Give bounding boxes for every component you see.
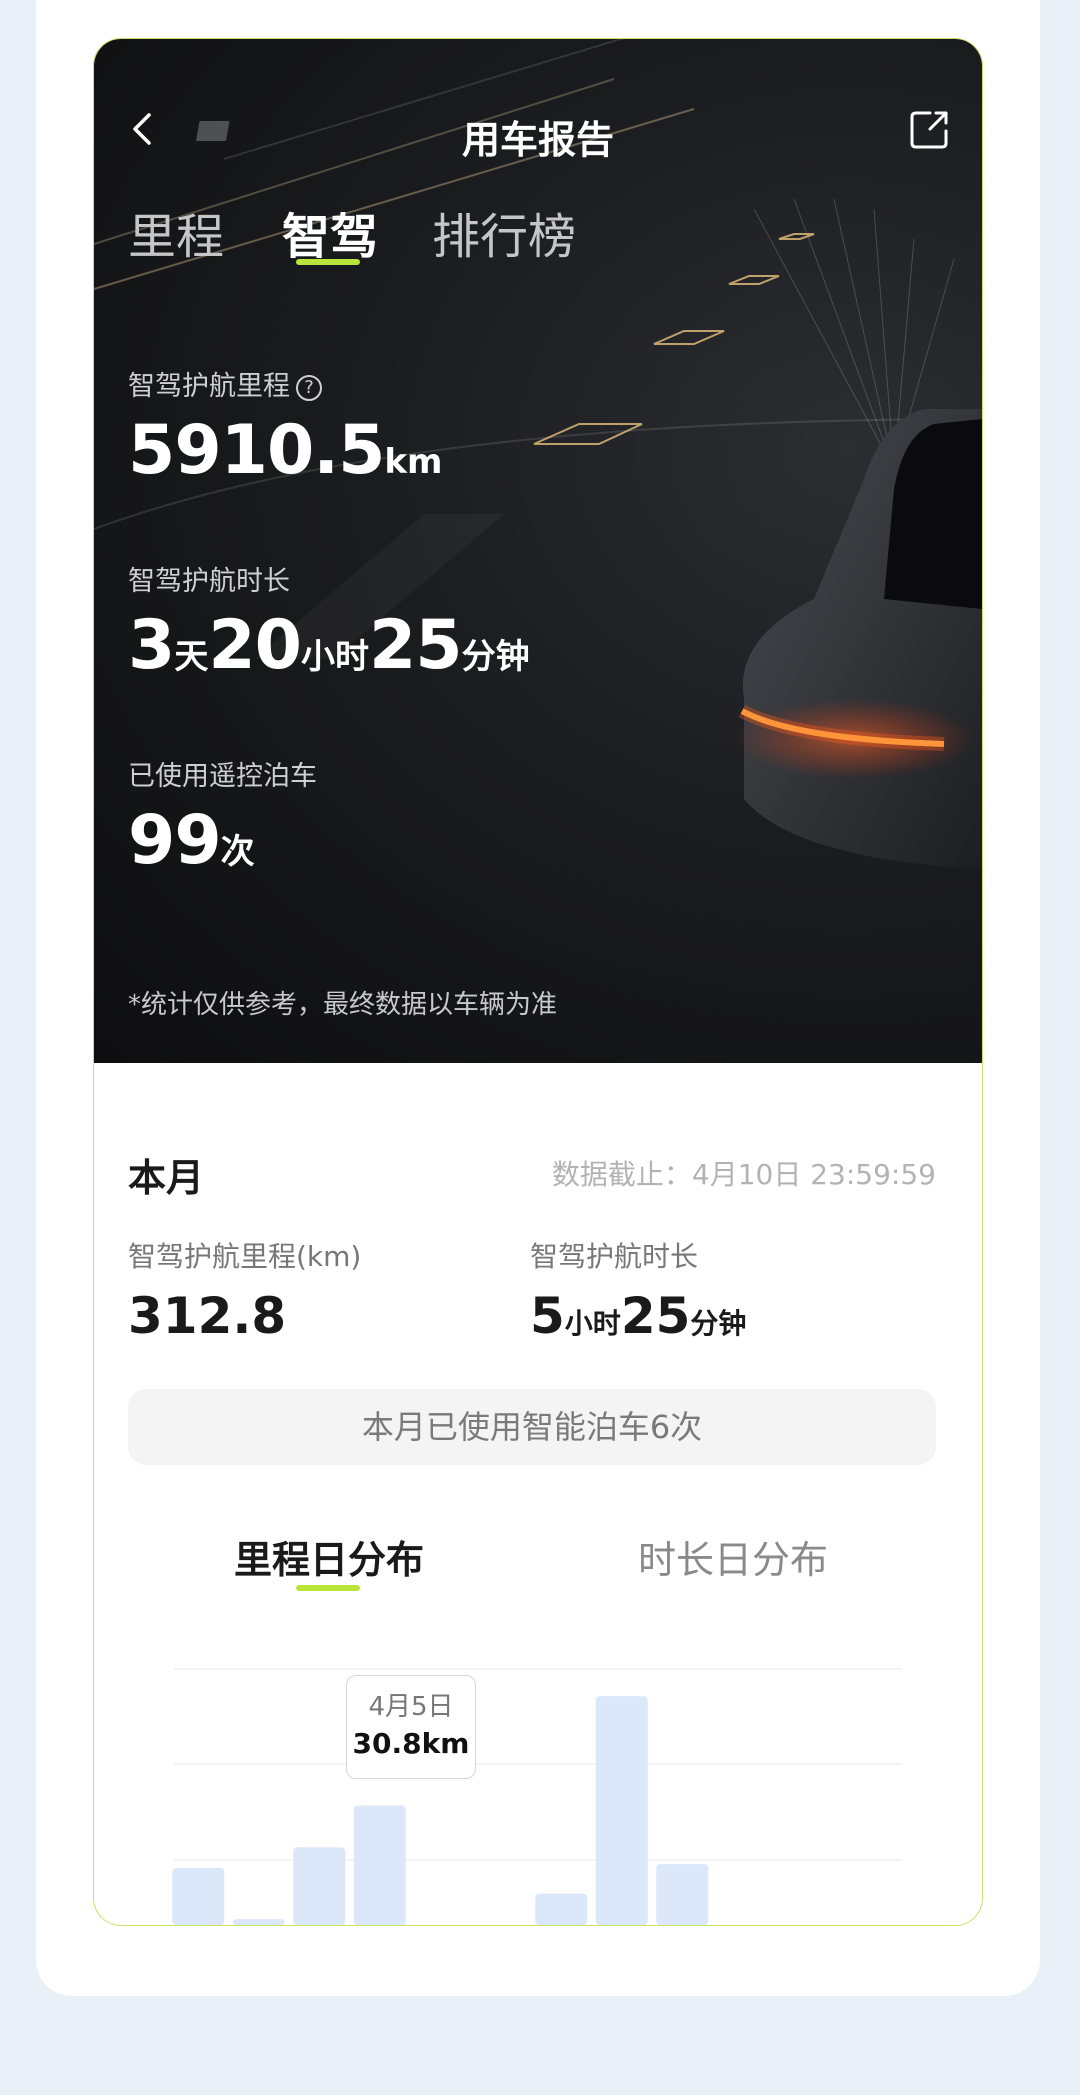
tooltip-date: 4月5日 [368, 1692, 454, 1722]
share-icon [910, 111, 948, 149]
cruise-duration-value: 3天20小时25分钟 [128, 606, 530, 685]
remote-parking-count: 99 [128, 801, 222, 880]
tab-daily-distance[interactable]: 里程日分布 [234, 1529, 424, 1584]
duration-days: 3 [128, 606, 175, 685]
hero-section: 用车报告 里程 智驾 排行榜 智驾护航里程? 5910.5km 智驾护航时长 3… [94, 39, 982, 1063]
share-button[interactable] [908, 107, 952, 151]
chart-bar[interactable] [232, 1919, 285, 1925]
month-duration-value: 5小时25分钟 [530, 1287, 746, 1345]
month-title: 本月 [128, 1156, 205, 1200]
month-distance-value: 312.8 [128, 1287, 286, 1345]
month-distance-label: 智驾护航里程(km) [128, 1240, 362, 1273]
disclaimer-text: *统计仅供参考，最终数据以车辆为准 [128, 990, 558, 1020]
chart-bar[interactable] [172, 1867, 225, 1925]
cruise-distance-label: 智驾护航里程? [128, 364, 322, 403]
remote-parking-label: 已使用遥控泊车 [128, 761, 317, 792]
month-duration-hours: 5 [530, 1287, 565, 1345]
duration-days-unit: 天 [174, 637, 209, 677]
duration-hours: 20 [208, 606, 302, 685]
daily-distance-chart: #3b86f0"/> [172, 1668, 902, 1925]
data-cutoff-text: 数据截止：4月10日 23:59:59 [551, 1158, 936, 1191]
duration-hours-unit: 小时 [300, 637, 369, 677]
duration-minutes: 25 [368, 606, 463, 685]
month-duration-hours-unit: 小时 [564, 1307, 621, 1340]
remote-parking-value: 99次 [128, 801, 255, 880]
duration-minutes-unit: 分钟 [461, 637, 530, 677]
cruise-distance-number: 5910.5 [128, 411, 385, 490]
cruise-distance-value: 5910.5km [128, 411, 442, 490]
remote-parking-unit: 次 [220, 832, 255, 872]
tooltip-value: 30.8km [352, 1727, 470, 1760]
chart-bar[interactable] [293, 1847, 346, 1925]
bar-tooltip: 4月5日 30.8km [346, 1675, 476, 1779]
tab-leaderboard[interactable]: 排行榜 [432, 197, 576, 267]
chart-bar[interactable] [595, 1696, 648, 1925]
tab-mileage[interactable]: 里程 [128, 197, 224, 267]
active-tab-indicator [296, 259, 360, 265]
cruise-duration-label: 智驾护航时长 [128, 566, 290, 597]
chart-bar[interactable] [353, 1805, 406, 1925]
month-duration-label: 智驾护航时长 [530, 1240, 699, 1273]
help-icon[interactable]: ? [296, 374, 322, 401]
chart-bar[interactable] [535, 1893, 588, 1925]
page-title: 用车报告 [461, 118, 614, 162]
tab-daily-duration[interactable]: 时长日分布 [638, 1529, 828, 1584]
car-background-image [94, 39, 982, 869]
cruise-distance-unit: km [384, 442, 443, 482]
cruise-distance-label-text: 智驾护航里程 [128, 371, 290, 402]
tab-smart-driving[interactable]: 智驾 [282, 197, 378, 267]
month-duration-minutes-unit: 分钟 [690, 1307, 747, 1340]
month-duration-minutes: 25 [620, 1287, 691, 1345]
distribution-tab-indicator [296, 1585, 360, 1591]
report-card: 用车报告 里程 智驾 排行榜 智驾护航里程? 5910.5km 智驾护航时长 3… [93, 38, 983, 1926]
parking-banner: 本月已使用智能泊车6次 [128, 1389, 936, 1465]
month-distance-number: 312.8 [128, 1287, 287, 1345]
chart-bar[interactable] [656, 1864, 709, 1925]
top-bar: 用车报告 [94, 99, 982, 162]
